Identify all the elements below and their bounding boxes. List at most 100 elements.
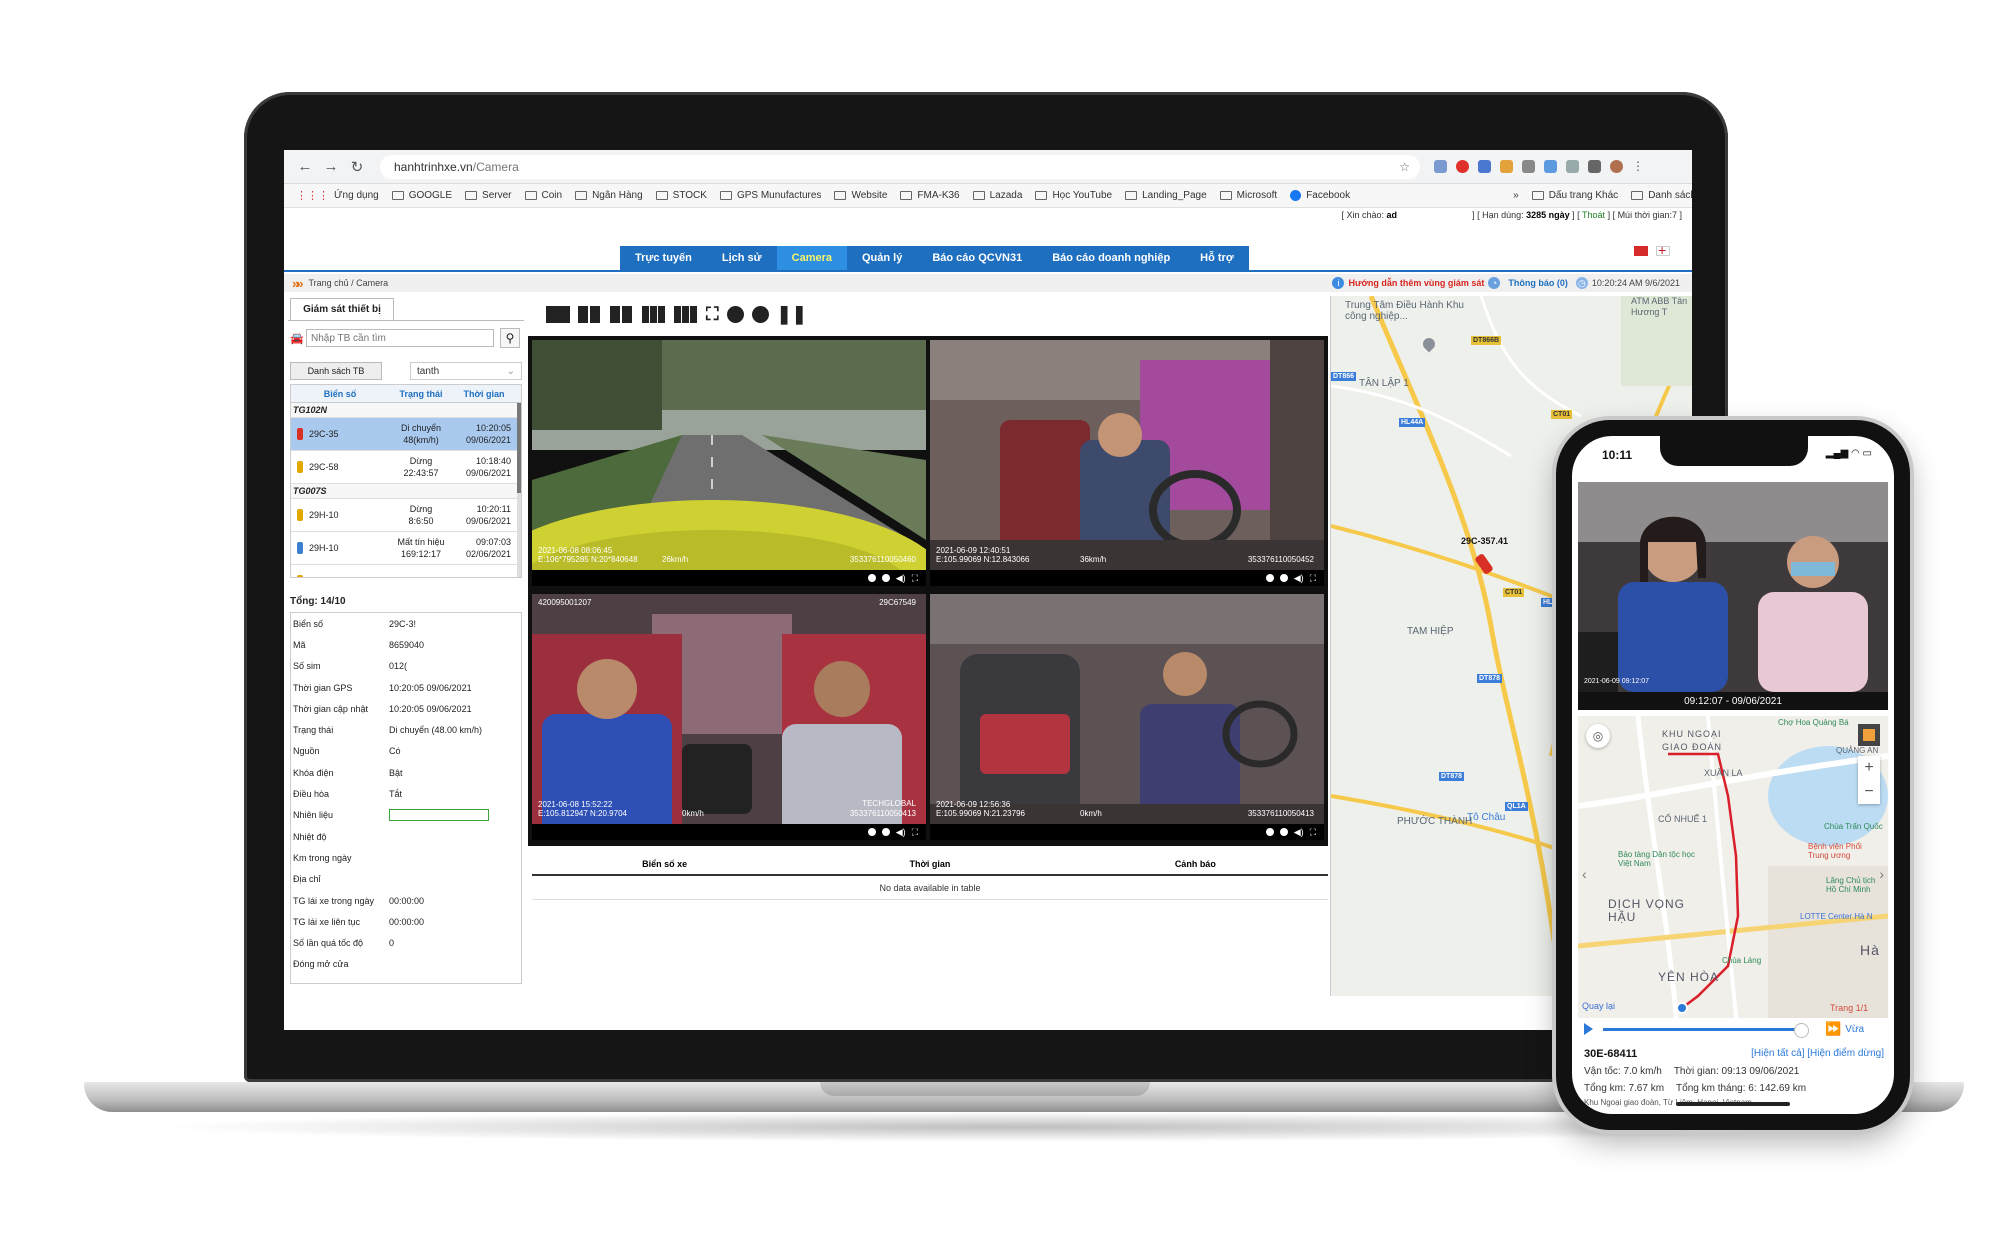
map-poi-label[interactable]: LOTTE Center Hà N — [1800, 912, 1872, 921]
map-poi-label[interactable]: Bệnh viện Phổi Trung ương — [1808, 842, 1878, 860]
puzzle-icon[interactable] — [1588, 160, 1601, 173]
map-poi-label[interactable]: Chợ Hoa Quảng Bá — [1778, 718, 1849, 727]
camera-feed-4[interactable]: 2021-06-09 12:56:36 E:105.99069 N:21.2379… — [930, 594, 1324, 840]
show-all-link[interactable]: [Hiện tất cả] — [1751, 1048, 1804, 1059]
record-icon[interactable] — [1279, 574, 1288, 582]
layout-9-icon[interactable] — [674, 306, 698, 323]
menu-item[interactable]: Hỗ trợ — [1185, 246, 1248, 270]
extension-icon[interactable] — [1566, 160, 1579, 173]
bookmark-folder[interactable]: GOOGLE — [391, 190, 452, 201]
column-status[interactable]: Trạng thái — [389, 385, 453, 402]
snapshot-icon[interactable] — [867, 574, 876, 582]
vehicle-row[interactable]: 29C-35 Di chuyển 48(km/h) 10:20:05 09/06/202… — [291, 418, 521, 451]
bookmark-folder[interactable]: GPS Munufactures — [719, 190, 821, 201]
volume-icon[interactable]: ◀) — [896, 573, 906, 584]
menu-item[interactable]: Lịch sử — [707, 246, 777, 270]
chevron-left-icon[interactable]: ‹ — [1582, 866, 1587, 882]
back-icon[interactable]: ← — [294, 156, 316, 178]
layout-4-icon[interactable] — [642, 306, 666, 323]
playback-speed[interactable]: Vừa — [1845, 1024, 1864, 1035]
playback-slider[interactable] — [1603, 1022, 1809, 1038]
layout-3-icon[interactable] — [610, 306, 634, 323]
column-plate[interactable]: Biển số — [291, 385, 389, 402]
expand-icon[interactable]: ⛶ — [1310, 827, 1316, 838]
menu-item[interactable]: Báo cáo QCVN31 — [917, 246, 1037, 270]
user-filter-select[interactable]: tanth ⌄ — [410, 362, 522, 380]
column-alert[interactable]: Cảnh báo — [1063, 854, 1328, 874]
extension-icon[interactable] — [1434, 160, 1447, 173]
column-time[interactable]: Thời gian — [453, 385, 515, 402]
layout-1-icon[interactable] — [546, 306, 570, 323]
volume-icon[interactable]: ◀) — [1294, 573, 1304, 584]
vehicle-row[interactable]: 29H-14 Dừng 10:20:06 — [291, 565, 521, 577]
play-icon[interactable] — [751, 306, 769, 323]
bookmarks-more[interactable]: » — [1513, 190, 1519, 201]
volume-icon[interactable]: ◀) — [1294, 827, 1304, 838]
guide-link[interactable]: Hướng dẫn thêm vùng giám sát — [1348, 278, 1484, 288]
home-indicator[interactable] — [1676, 1102, 1790, 1106]
record-icon[interactable] — [726, 306, 744, 323]
menu-item[interactable]: Trực tuyến — [620, 246, 707, 270]
vehicle-row[interactable]: 29C-58 Dừng 22:43:57 10:18:40 09/06/2021 — [291, 451, 521, 484]
bookmark-folder[interactable]: FMA-K36 — [900, 190, 960, 201]
bookmark-other[interactable]: Dấu trang Khác — [1531, 190, 1618, 201]
map-poi-label[interactable]: Chùa Trấn Quốc — [1824, 822, 1883, 831]
layout-2-icon[interactable] — [578, 306, 602, 323]
fullscreen-icon[interactable]: ⛶ — [706, 305, 719, 323]
flag-vn-icon[interactable] — [1634, 246, 1648, 256]
phone-camera-feed[interactable]: 2021-06-09 09:12:07 — [1578, 482, 1888, 692]
extension-icon[interactable] — [1500, 160, 1513, 173]
star-icon[interactable]: ☆ — [1399, 160, 1410, 174]
zoom-out-icon[interactable]: − — [1864, 783, 1873, 801]
bookmark-folder[interactable]: Server — [465, 190, 512, 201]
map-poi-label[interactable]: Bảo tàng Dân tộc học Việt Nam — [1618, 850, 1698, 868]
bookmark-folder[interactable]: Website — [834, 190, 887, 201]
snapshot-icon[interactable] — [1265, 828, 1274, 836]
flag-en-icon[interactable] — [1656, 242, 1670, 258]
extension-icon[interactable] — [1478, 160, 1491, 173]
volume-icon[interactable]: ◀) — [896, 827, 906, 838]
vehicle-group-row[interactable]: TG102N — [291, 403, 521, 418]
fast-forward-icon[interactable]: ⏩ — [1825, 1021, 1841, 1037]
extension-icon[interactable] — [1544, 160, 1557, 173]
avatar[interactable] — [1610, 160, 1623, 173]
bookmark-facebook[interactable]: Facebook — [1290, 190, 1350, 201]
record-icon[interactable] — [1279, 828, 1288, 836]
back-link[interactable]: Quay lại — [1582, 1002, 1615, 1011]
vehicle-scrollbar[interactable] — [517, 403, 521, 577]
column-time[interactable]: Thời gian — [797, 854, 1062, 874]
logout-link[interactable]: Thoát — [1582, 210, 1605, 220]
bookmark-folder[interactable]: Coin — [524, 190, 562, 201]
vehicle-group-row[interactable]: TG007S — [291, 484, 521, 499]
snapshot-icon[interactable] — [867, 828, 876, 836]
expand-icon[interactable]: ⛶ — [1310, 573, 1316, 584]
camera-feed-1[interactable]: 2021-06-08 08:06:45 E:106*795285 N:20*840… — [532, 340, 926, 586]
layers-icon[interactable] — [1858, 724, 1880, 746]
bookmark-apps[interactable]: ⋮⋮⋮ Ứng dụng — [296, 189, 379, 202]
locate-icon[interactable]: ◎ — [1586, 724, 1610, 748]
show-stops-link[interactable]: [Hiện điểm dừng] — [1807, 1048, 1884, 1059]
record-icon[interactable] — [881, 574, 890, 582]
snapshot-icon[interactable] — [1265, 574, 1274, 582]
expand-icon[interactable]: ⛶ — [912, 573, 918, 584]
column-plate[interactable]: Biển số xe — [532, 854, 797, 874]
bookmark-folder[interactable]: Lazada — [972, 190, 1022, 201]
tab-device-monitor[interactable]: Giám sát thiết bị — [290, 298, 394, 320]
extension-icon[interactable] — [1522, 160, 1535, 173]
double-chevron-icon[interactable]: »» — [292, 276, 304, 291]
bookmark-folder[interactable]: Ngân Hàng — [575, 190, 643, 201]
map-poi-label[interactable]: Lăng Chủ tịch Hồ Chí Minh — [1826, 876, 1886, 894]
bookmark-folder[interactable]: Học YouTube — [1035, 190, 1112, 201]
record-icon[interactable] — [881, 828, 890, 836]
bookmark-folder[interactable]: Landing_Page — [1125, 190, 1207, 201]
play-icon[interactable] — [1584, 1023, 1593, 1035]
address-bar[interactable]: hanhtrinhxe.vn/Camera ☆ — [380, 154, 1420, 179]
expand-icon[interactable]: ⛶ — [912, 827, 918, 838]
phone-map[interactable]: ◎ + − KHU NGOẠI GIAO ĐOÀN XUÂN LA CỔ NHUẾ… — [1578, 716, 1888, 1036]
menu-item[interactable]: Báo cáo doanh nghiệp — [1037, 246, 1185, 270]
zoom-in-icon[interactable]: + — [1864, 759, 1873, 777]
search-icon[interactable]: ⚲ — [500, 328, 520, 348]
pause-icon[interactable]: ❚❚ — [777, 305, 807, 323]
notify-link[interactable]: Thông báo (0) — [1508, 278, 1568, 288]
more-menu-icon[interactable]: ⋮ — [1632, 160, 1644, 173]
